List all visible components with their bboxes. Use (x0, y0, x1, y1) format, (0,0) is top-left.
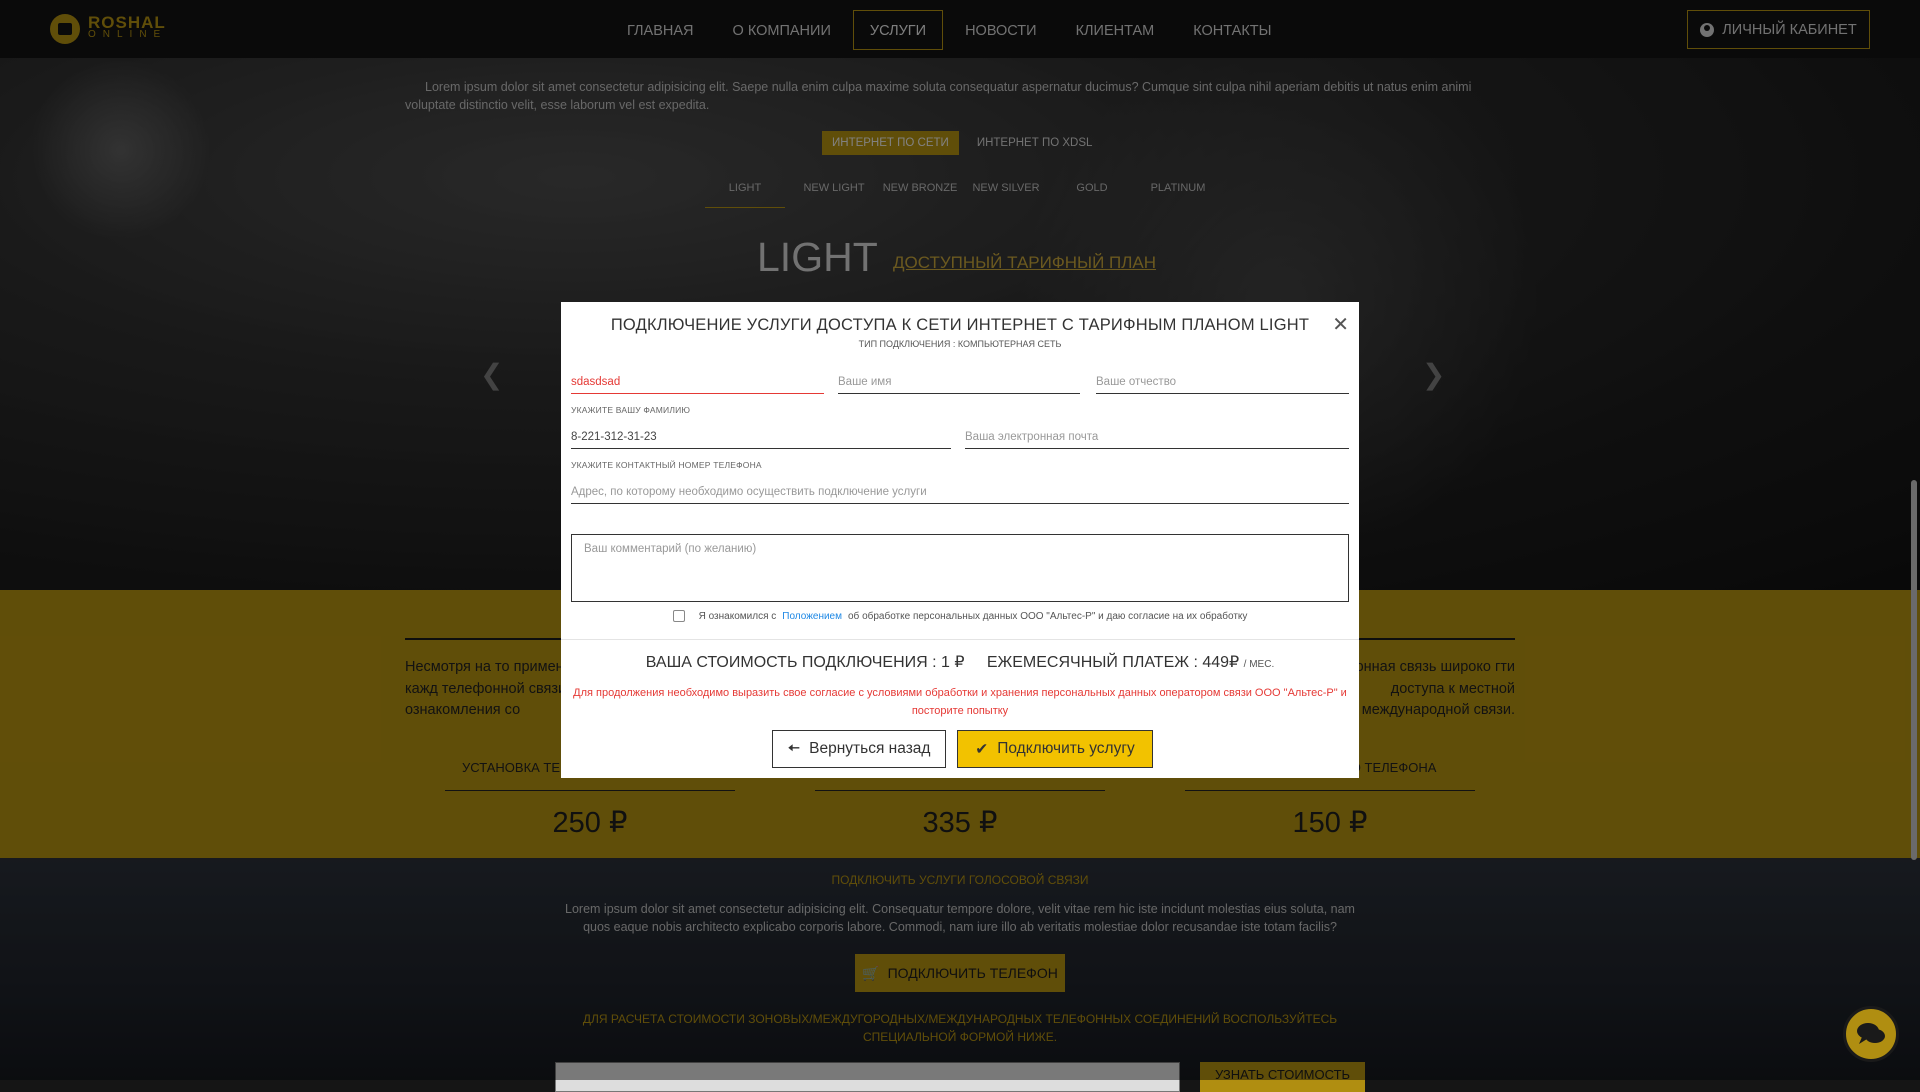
consent-error: Для продолжения необходимо выразить свое… (573, 687, 1347, 717)
hero-description: Lorem ipsum dolor sit amet consectetur a… (405, 80, 1472, 112)
patronymic-field[interactable]: Ваше отчество (1096, 372, 1349, 394)
tab-internet-xdsl[interactable]: ИНТЕРНЕТ ПО XDSL (967, 131, 1103, 155)
scrollbar[interactable] (1911, 480, 1917, 860)
price-line (1185, 790, 1475, 791)
nav-about[interactable]: О КОМПАНИИ (716, 10, 848, 50)
cost-summary: ВАША СТОИМОСТЬ ПОДКЛЮЧЕНИЯ : 1 ₽ ЕЖЕМЕСЯ… (561, 652, 1359, 672)
nav-services[interactable]: УСЛУГИ (852, 10, 944, 50)
address-field[interactable]: Адрес, по которому необходимо осуществит… (571, 482, 1349, 504)
nav-home[interactable]: ГЛАВНАЯ (610, 10, 711, 50)
arrow-left-icon: 🠄 (787, 739, 801, 757)
plan-subtitle[interactable]: ДОСТУПНЫЙ ТАРИФНЫЙ ПЛАН (893, 253, 1156, 273)
price-install: 250 ₽ (552, 807, 628, 839)
voice-title: ПОДКЛЮЧИТЬ УСЛУГИ ГОЛОСОВОЙ СВЯЗИ (831, 873, 1089, 887)
consent-text-pre: Я ознакомился с (698, 610, 777, 622)
personal-cabinet-button[interactable]: ЛИЧНЫЙ КАБИНЕТ (1687, 10, 1870, 49)
calc-description: ДЛЯ РАСЧЕТА СТОИМОСТИ ЗОНОВЫХ/МЕЖДУГОРОД… (582, 1012, 1338, 1044)
connect-service-label: Подключить услугу (997, 740, 1135, 757)
logo-name: ROSHAL (88, 13, 166, 32)
price-label-install: УСТАНОВКА ТЕ (462, 760, 561, 775)
cabinet-label: ЛИЧНЫЙ КАБИНЕТ (1722, 21, 1857, 38)
modal-divider (561, 639, 1359, 640)
plan-tab-gold[interactable]: GOLD (1049, 178, 1135, 208)
carousel-next-icon[interactable]: ❯ (1422, 358, 1445, 391)
site-header: ROSHAL ONLINE ГЛАВНАЯ О КОМПАНИИ УСЛУГИ … (0, 0, 1920, 58)
consent-link[interactable]: Положением (782, 611, 842, 622)
consent-row: Я ознакомился с Положением об обработке … (561, 610, 1359, 622)
user-icon (1700, 22, 1715, 37)
phone-section-text-right: фонная связь широко гти доступа к местно… (1343, 659, 1515, 718)
price-line (815, 790, 1105, 791)
tab-internet-network[interactable]: ИНТЕРНЕТ ПО СЕТИ (822, 131, 959, 155)
connection-type-tabs: ИНТЕРНЕТ ПО СЕТИ ИНТЕРНЕТ ПО XDSL (822, 131, 1102, 155)
name-field[interactable]: Ваше имя (838, 372, 1080, 394)
price-line (445, 790, 735, 791)
modal-subtitle: ТИП ПОДКЛЮЧЕНИЯ : КОМПЬЮТЕРНАЯ СЕТЬ (858, 339, 1062, 349)
close-icon[interactable]: ✕ (1332, 312, 1349, 337)
monthly-unit: / МЕС. (1243, 659, 1275, 670)
logo[interactable]: ROSHAL ONLINE (50, 14, 167, 44)
connection-cost: ВАША СТОИМОСТЬ ПОДКЛЮЧЕНИЯ : 1 ₽ (645, 654, 965, 671)
nav-news[interactable]: НОВОСТИ (948, 10, 1054, 50)
nav-contacts[interactable]: КОНТАКТЫ (1176, 10, 1288, 50)
monthly-cost: ЕЖЕМЕСЯЧНЫЙ ПЛАТЕЖ : 449₽ (986, 654, 1240, 671)
consent-text-post: об обработке персональных данных ООО "Ал… (848, 610, 1248, 622)
cart-icon: 🛒 (862, 964, 880, 981)
plan-tab-light[interactable]: LIGHT (705, 178, 785, 208)
phone-hint: УКАЖИТЕ КОНТАКТНЫЙ НОМЕР ТЕЛЕФОНА (571, 460, 762, 470)
voice-description: Lorem ipsum dolor sit amet consectetur a… (565, 902, 1355, 934)
plan-tab-new-silver[interactable]: NEW SILVER (963, 178, 1049, 208)
comment-field[interactable]: Ваш комментарий (по желанию) (571, 534, 1349, 602)
checkmark-icon: ✔ (975, 740, 989, 758)
chat-button[interactable] (1843, 1006, 1899, 1062)
back-label: Вернуться назад (809, 740, 931, 757)
main-nav: ГЛАВНАЯ О КОМПАНИИ УСЛУГИ НОВОСТИ КЛИЕНТ… (610, 10, 1293, 50)
carousel-prev-icon[interactable]: ❮ (480, 358, 503, 391)
plan-title: LIGHT (757, 234, 878, 280)
calc-input[interactable] (555, 1062, 1180, 1092)
chat-icon (1857, 1023, 1885, 1044)
modal-title: ПОДКЛЮЧЕНИЕ УСЛУГИ ДОСТУПА К СЕТИ ИНТЕРН… (610, 316, 1310, 334)
email-field[interactable]: Ваша электронная почта (965, 427, 1349, 449)
surname-field[interactable]: sdasdsad (571, 372, 824, 394)
price-middle: 335 ₽ (922, 807, 998, 839)
connect-service-button[interactable]: ✔ Подключить услугу (957, 730, 1153, 768)
phone-field[interactable]: 8-221-312-31-23 (571, 427, 951, 449)
plan-tab-platinum[interactable]: PLATINUM (1135, 178, 1221, 208)
connect-phone-button[interactable]: 🛒 ПОДКЛЮЧИТЬ ТЕЛЕФОН (855, 954, 1065, 992)
logo-icon (50, 14, 80, 44)
plan-tab-new-bronze[interactable]: NEW BRONZE (877, 178, 963, 208)
plan-tab-new-light[interactable]: NEW LIGHT (791, 178, 877, 208)
plan-tabs: LIGHT NEW LIGHT NEW BRONZE NEW SILVER GO… (705, 178, 1221, 208)
connect-modal: ПОДКЛЮЧЕНИЕ УСЛУГИ ДОСТУПА К СЕТИ ИНТЕРН… (561, 302, 1359, 778)
surname-hint: УКАЖИТЕ ВАШУ ФАМИЛИЮ (571, 405, 691, 415)
connect-phone-label: ПОДКЛЮЧИТЬ ТЕЛЕФОН (887, 965, 1058, 981)
back-button[interactable]: 🠄 Вернуться назад (772, 730, 946, 768)
consent-checkbox[interactable] (672, 610, 685, 622)
price-number: 150 ₽ (1292, 807, 1368, 839)
logo-sub: ONLINE (88, 29, 168, 40)
nav-clients[interactable]: КЛИЕНТАМ (1059, 10, 1172, 50)
calc-button[interactable]: УЗНАТЬ СТОИМОСТЬ (1200, 1062, 1365, 1092)
